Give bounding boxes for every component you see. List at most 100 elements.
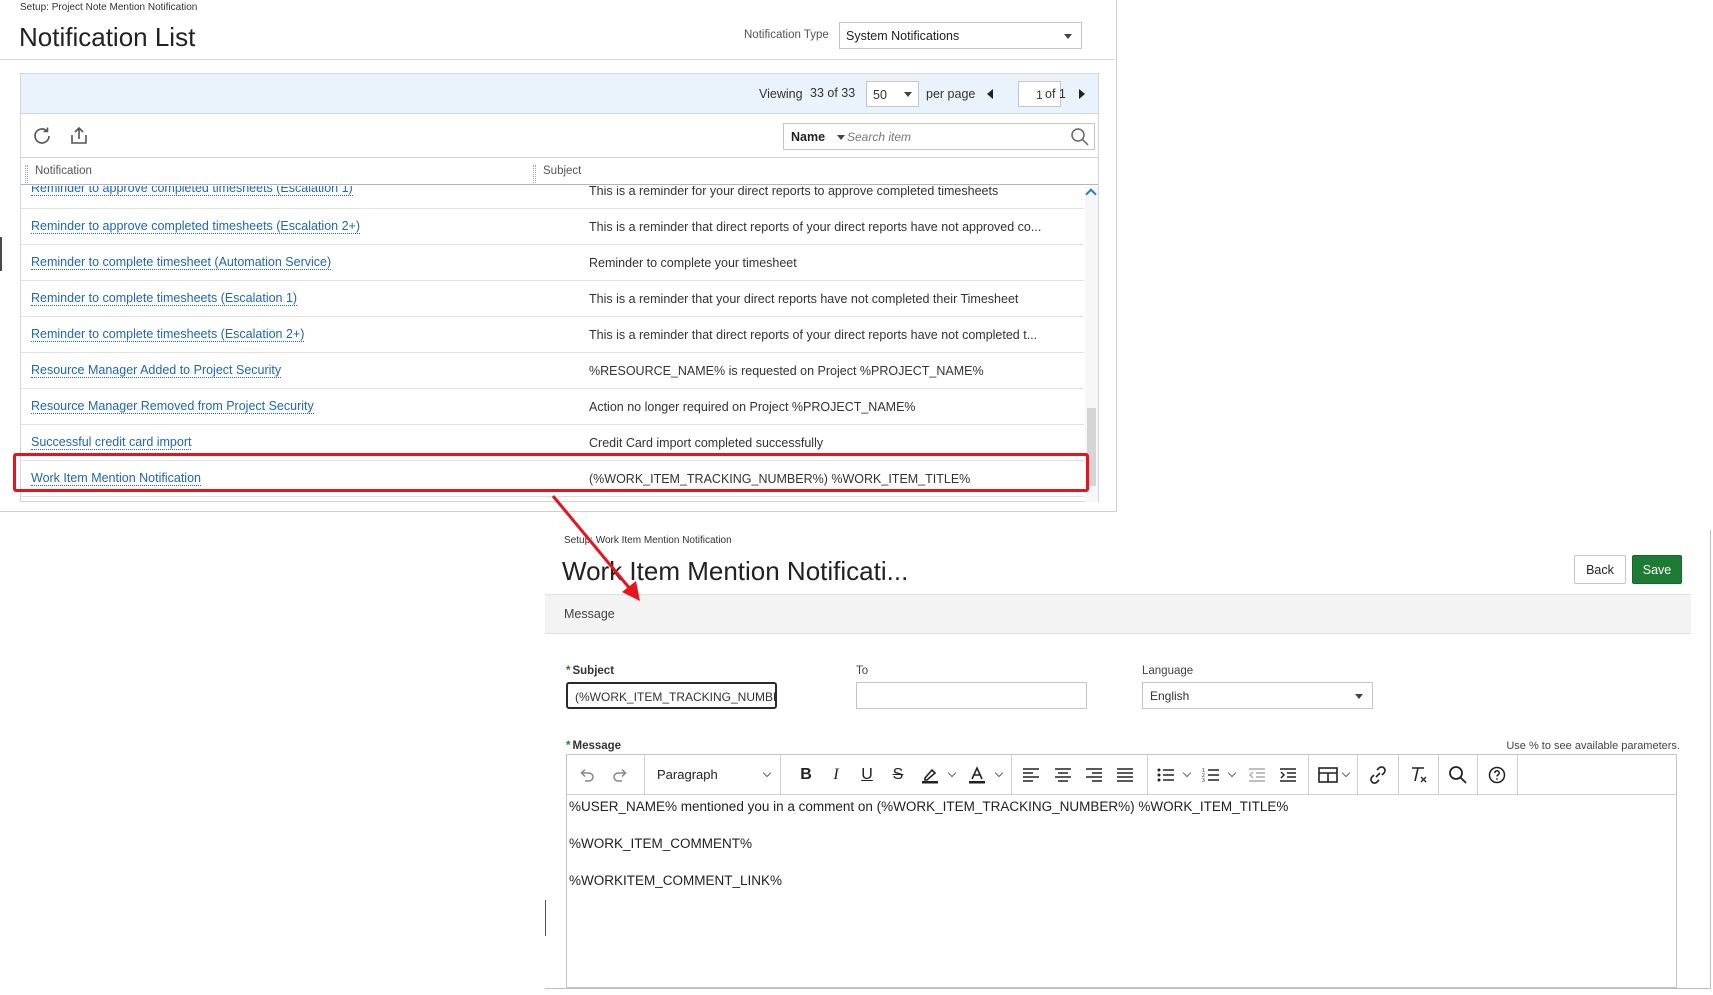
indent-icon[interactable]	[1275, 755, 1301, 795]
next-page-icon[interactable]	[1079, 89, 1085, 99]
table-row[interactable]: Reminder to approve completed timesheets…	[21, 186, 1084, 209]
chevron-down-icon	[762, 768, 772, 778]
prev-page-icon[interactable]	[987, 89, 993, 99]
back-button[interactable]: Back	[1574, 555, 1626, 584]
subject-label: * Subject	[566, 665, 615, 677]
notification-link[interactable]: Reminder to complete timesheets (Escalat…	[31, 327, 305, 342]
toolbar-divider	[1477, 755, 1478, 795]
divider	[0, 59, 1115, 60]
notification-link[interactable]: Reminder to approve completed timesheets…	[31, 219, 360, 234]
strikethrough-icon[interactable]: S	[885, 755, 911, 795]
subject-cell: This is a reminder that direct reports o…	[589, 220, 1042, 234]
language-value: English	[1150, 689, 1190, 703]
grid-toolbar: Name Search item	[21, 114, 1098, 158]
highlight-color-icon[interactable]	[917, 755, 943, 795]
bullet-list-icon[interactable]	[1153, 755, 1179, 795]
table-row[interactable]: Reminder to complete timesheet (Automati…	[21, 245, 1084, 281]
chevron-down-icon	[1355, 694, 1363, 699]
font-color-icon[interactable]	[964, 755, 990, 795]
search-icon[interactable]	[1070, 127, 1090, 147]
search-input[interactable]: Search item	[847, 130, 911, 144]
outdent-icon[interactable]	[1244, 755, 1270, 795]
message-line: %WORKITEM_COMMENT_LINK%	[569, 873, 783, 888]
bold-icon[interactable]: B	[793, 755, 819, 795]
subject-cell: This is a reminder that direct reports o…	[589, 328, 1038, 342]
help-icon[interactable]	[1484, 755, 1510, 795]
chevron-down-icon[interactable]	[1227, 768, 1237, 778]
align-left-icon[interactable]	[1018, 755, 1044, 795]
clear-formatting-icon[interactable]	[1404, 755, 1432, 795]
notification-link[interactable]: Reminder to complete timesheets (Escalat…	[31, 291, 298, 306]
chevron-down-icon[interactable]	[994, 768, 1004, 778]
viewing-label: Viewing	[759, 87, 803, 101]
save-button[interactable]: Save	[1632, 555, 1682, 584]
table-icon[interactable]	[1315, 755, 1341, 795]
subject-input[interactable]: (%WORK_ITEM_TRACKING_NUMBER%)	[566, 682, 777, 709]
message-editor: Paragraph B I U S 1 2 3 %USER_NAME% ment…	[566, 754, 1677, 988]
language-select[interactable]: English	[1142, 682, 1373, 709]
search-field-label: Name	[791, 130, 826, 144]
message-label-text: Message	[572, 740, 622, 752]
column-resize-handle[interactable]	[25, 165, 28, 183]
chevron-down-icon	[904, 92, 912, 97]
viewing-count: 33 of 33	[810, 86, 856, 100]
column-header-row: Notification Subject	[21, 159, 1098, 185]
chevron-down-icon[interactable]	[1341, 768, 1351, 778]
divider	[0, 237, 2, 271]
search-field-dropdown[interactable]: Name	[791, 130, 845, 144]
notification-type-select[interactable]: System Notifications	[839, 22, 1082, 49]
subject-label-text: Subject	[572, 665, 615, 677]
table-row[interactable]: Reminder to approve completed timesheets…	[21, 209, 1084, 245]
subject-cell: %RESOURCE_NAME% is requested on Project …	[589, 364, 984, 378]
message-body[interactable]: %USER_NAME% mentioned you in a comment o…	[569, 799, 1669, 910]
parameter-hint: Use % to see available parameters.	[1506, 740, 1680, 752]
align-right-icon[interactable]	[1081, 755, 1107, 795]
divider	[545, 900, 546, 936]
toolbar-divider	[1517, 755, 1518, 795]
table-row[interactable]: Resource Manager Removed from Project Se…	[21, 389, 1084, 425]
notification-link[interactable]: Resource Manager Added to Project Securi…	[31, 363, 282, 378]
column-resize-handle[interactable]	[533, 165, 536, 183]
pager-bar: Viewing 33 of 33 50 per page 1 of 1	[21, 74, 1098, 114]
notification-type-value: System Notifications	[846, 29, 960, 43]
chevron-down-icon[interactable]	[1182, 768, 1192, 778]
column-header-notification[interactable]: Notification	[35, 165, 92, 177]
notification-link[interactable]: Resource Manager Removed from Project Se…	[31, 399, 314, 414]
table-row[interactable]: Resource Manager Added to Project Securi…	[21, 353, 1084, 389]
per-page-select[interactable]: 50	[866, 81, 919, 107]
to-input[interactable]	[856, 682, 1087, 709]
table-row[interactable]: Reminder to complete timesheets (Escalat…	[21, 317, 1084, 353]
italic-icon[interactable]: I	[823, 755, 849, 795]
page-title: Work Item Mention Notificati...	[562, 556, 909, 586]
toolbar-divider	[1357, 755, 1358, 795]
notification-type-label: Notification Type	[744, 29, 829, 41]
undo-icon[interactable]	[575, 755, 599, 795]
scroll-up-icon[interactable]	[1085, 188, 1097, 200]
table-row[interactable]: Reminder to complete timesheets (Escalat…	[21, 281, 1084, 317]
notification-link[interactable]: Reminder to complete timesheet (Automati…	[31, 255, 332, 270]
notification-list-panel: Setup: Project Note Mention Notification…	[0, 0, 1117, 512]
chevron-down-icon	[837, 135, 845, 140]
paragraph-label: Paragraph	[657, 767, 718, 782]
link-icon[interactable]	[1364, 755, 1392, 795]
redo-icon[interactable]	[608, 755, 632, 795]
toolbar-divider	[1438, 755, 1439, 795]
message-label: * Message	[566, 740, 622, 752]
subject-cell: Reminder to complete your timesheet	[589, 256, 797, 270]
align-center-icon[interactable]	[1050, 755, 1076, 795]
paragraph-format-dropdown[interactable]: Paragraph	[657, 767, 718, 782]
chevron-down-icon[interactable]	[947, 768, 957, 778]
notification-link[interactable]: Successful credit card import	[31, 435, 192, 450]
breadcrumb[interactable]: Setup: Work Item Mention Notification	[564, 535, 732, 546]
per-page-label: per page	[926, 87, 976, 101]
search-icon[interactable]	[1445, 755, 1471, 795]
align-justify-icon[interactable]	[1112, 755, 1138, 795]
message-line: %USER_NAME% mentioned you in a comment o…	[569, 799, 1289, 814]
breadcrumb[interactable]: Setup: Project Note Mention Notification	[20, 2, 197, 13]
refresh-icon[interactable]	[30, 124, 54, 148]
notification-link[interactable]: Reminder to approve completed timesheets…	[31, 186, 353, 196]
column-header-subject[interactable]: Subject	[543, 165, 581, 177]
underline-icon[interactable]: U	[854, 755, 880, 795]
numbered-list-icon[interactable]: 123	[1198, 755, 1224, 795]
export-icon[interactable]	[67, 124, 91, 148]
